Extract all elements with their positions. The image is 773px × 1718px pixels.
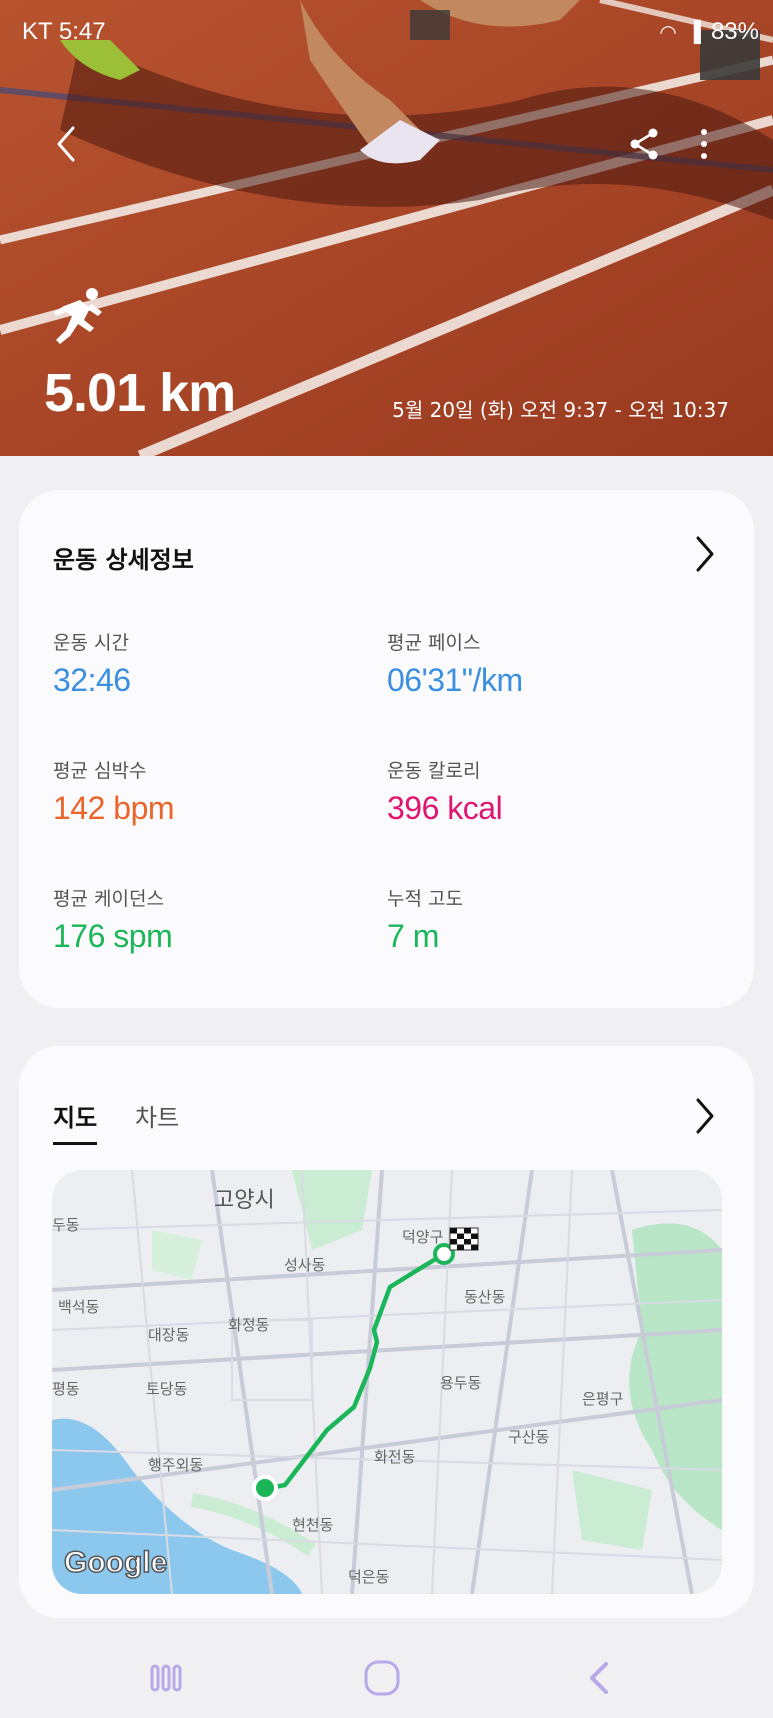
route-map[interactable]: 고양시 덕양구 성사동 두동 백석동 대장동 화정동 동산동 평동 토당동 용두… <box>52 1170 722 1594</box>
details-title: 운동 상세정보 <box>53 546 194 574</box>
running-icon <box>54 288 102 344</box>
map-label-dusong: 두동 <box>52 1216 80 1234</box>
system-nav-bar <box>0 1636 773 1718</box>
stat-label-heart-rate: 평균 심박수 <box>53 760 147 782</box>
more-vertical-icon <box>701 129 707 159</box>
map-label-todang: 토당동 <box>146 1380 188 1398</box>
status-bar: KT 5:47 ◠ ▐ 83% <box>0 14 773 54</box>
more-options-button[interactable] <box>680 120 728 168</box>
map-label-yongdu: 용두동 <box>440 1374 482 1392</box>
map-label-haengju: 행주외동 <box>148 1456 204 1474</box>
map-label-deogyang: 덕양구 <box>402 1228 444 1246</box>
battery-percent: 83% <box>710 18 759 45</box>
signal-icon: ▐ <box>686 20 701 43</box>
back-button[interactable] <box>42 120 90 168</box>
map-label-hwajeon: 화전동 <box>374 1448 416 1466</box>
map-label-dongsan: 동산동 <box>464 1288 506 1306</box>
map-label-deogeun: 덕은동 <box>348 1568 390 1586</box>
stat-value-calories: 396 kcal <box>387 790 503 826</box>
map-label-hwajeong: 화정동 <box>228 1316 270 1334</box>
distance-value: 5.01 km <box>44 363 236 423</box>
hero-banner: KT 5:47 ◠ ▐ 83% 5.01 km 5월 20일 (화) 오전 9:… <box>0 0 773 456</box>
stat-value-duration: 32:46 <box>53 662 131 698</box>
stat-label-duration: 운동 시간 <box>53 632 129 654</box>
chevron-right-icon[interactable] <box>690 534 720 574</box>
share-button[interactable] <box>620 120 668 168</box>
map-label-pyeong: 평동 <box>52 1380 80 1398</box>
stat-label-cadence: 평균 케이던스 <box>53 888 164 910</box>
status-time: KT 5:47 <box>22 18 106 45</box>
home-icon[interactable] <box>358 1654 406 1702</box>
map-label-hyeoncheon: 현천동 <box>292 1516 334 1534</box>
stat-value-elevation: 7 m <box>387 918 439 954</box>
map-label-goyang: 고양시 <box>214 1188 275 1213</box>
map-label-gusan: 구산동 <box>508 1428 550 1446</box>
stat-label-elevation: 누적 고도 <box>387 888 463 910</box>
map-label-eunpyeong: 은평구 <box>582 1390 624 1408</box>
workout-datetime: 5월 20일 (화) 오전 9:37 - 오전 10:37 <box>392 398 729 422</box>
workout-details-card[interactable]: 운동 상세정보 운동 시간 32:46 평균 페이스 06'31"/km 평균 … <box>19 490 754 1008</box>
stat-value-pace: 06'31"/km <box>387 662 523 698</box>
stat-value-heart-rate: 142 bpm <box>53 790 175 826</box>
map-label-seongsa: 성사동 <box>284 1256 326 1274</box>
tab-map[interactable]: 지도 <box>53 1098 98 1145</box>
tab-chart[interactable]: 차트 <box>135 1098 179 1133</box>
share-icon <box>630 128 658 160</box>
stat-label-calories: 운동 칼로리 <box>387 760 481 782</box>
map-label-baekseok: 백석동 <box>58 1298 100 1316</box>
map-card: 지도 차트 고양시 덕양구 성사동 두동 백석동 대장동 화정동 동산동 평동 … <box>19 1046 754 1618</box>
recent-apps-icon[interactable] <box>142 1654 190 1702</box>
wifi-icon: ◠ <box>659 21 677 44</box>
stat-label-pace: 평균 페이스 <box>387 632 481 654</box>
back-arrow-icon <box>57 126 75 162</box>
map-label-daejang: 대장동 <box>148 1326 190 1344</box>
chevron-right-icon[interactable] <box>690 1096 720 1136</box>
back-nav-icon[interactable] <box>576 1654 624 1702</box>
google-logo: Google <box>63 1545 168 1580</box>
stat-value-cadence: 176 spm <box>53 918 173 954</box>
